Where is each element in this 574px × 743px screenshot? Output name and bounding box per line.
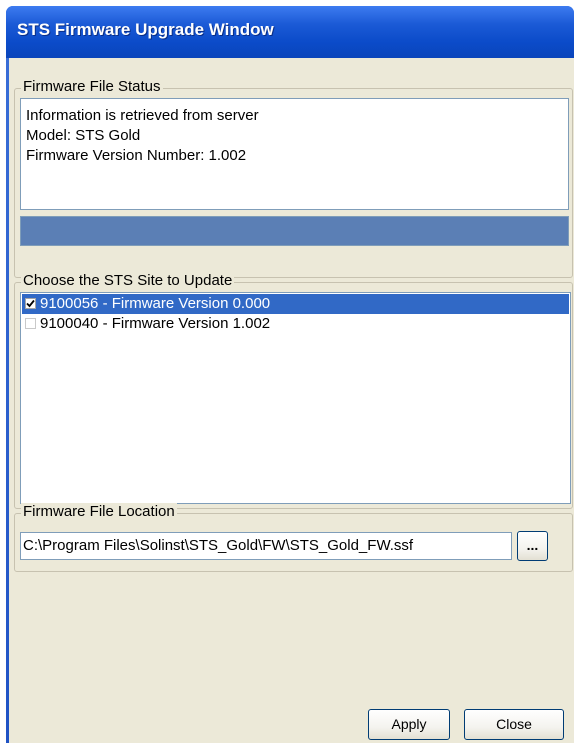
site-selection-group: Choose the STS Site to Update 9100056 - …	[14, 272, 573, 509]
site-item-label: 9100056 - Firmware Version 0.000	[40, 295, 271, 312]
file-location-legend: Firmware File Location	[21, 503, 177, 520]
file-location-group: Firmware File Location C:\Program Files\…	[14, 503, 573, 572]
site-checkbox-9100056[interactable]	[25, 298, 36, 309]
status-line-version: Firmware Version Number: 1.002	[26, 147, 247, 164]
site-list-item-9100040[interactable]: 9100040 - Firmware Version 1.002	[22, 314, 569, 334]
status-text-box: Information is retrieved from server Mod…	[20, 98, 569, 210]
site-list-item-9100056[interactable]: 9100056 - Firmware Version 0.000	[22, 294, 569, 314]
site-list[interactable]: 9100056 - Firmware Version 0.000 9100040…	[20, 292, 571, 504]
site-selection-legend: Choose the STS Site to Update	[21, 272, 235, 289]
status-line-info: Information is retrieved from server	[26, 107, 259, 124]
status-line-model: Model: STS Gold	[26, 127, 141, 144]
checkmark-icon	[26, 299, 35, 308]
firmware-path-field[interactable]: C:\Program Files\Solinst\STS_Gold\FW\STS…	[20, 532, 512, 560]
title-bar[interactable]: STS Firmware Upgrade Window	[6, 6, 574, 58]
site-item-label: 9100040 - Firmware Version 1.002	[40, 315, 271, 332]
site-checkbox-9100040[interactable]	[25, 318, 36, 329]
window-client-area: Firmware File Status Information is retr…	[9, 58, 574, 743]
window-title: STS Firmware Upgrade Window	[17, 20, 274, 39]
progress-bar	[20, 216, 569, 246]
apply-button[interactable]: Apply	[368, 709, 450, 740]
browse-button[interactable]: ...	[517, 531, 548, 561]
firmware-upgrade-window: STS Firmware Upgrade Window Firmware Fil…	[6, 6, 574, 743]
close-button[interactable]: Close	[464, 709, 564, 740]
firmware-status-legend: Firmware File Status	[21, 78, 163, 95]
firmware-status-group: Firmware File Status Information is retr…	[14, 78, 573, 278]
